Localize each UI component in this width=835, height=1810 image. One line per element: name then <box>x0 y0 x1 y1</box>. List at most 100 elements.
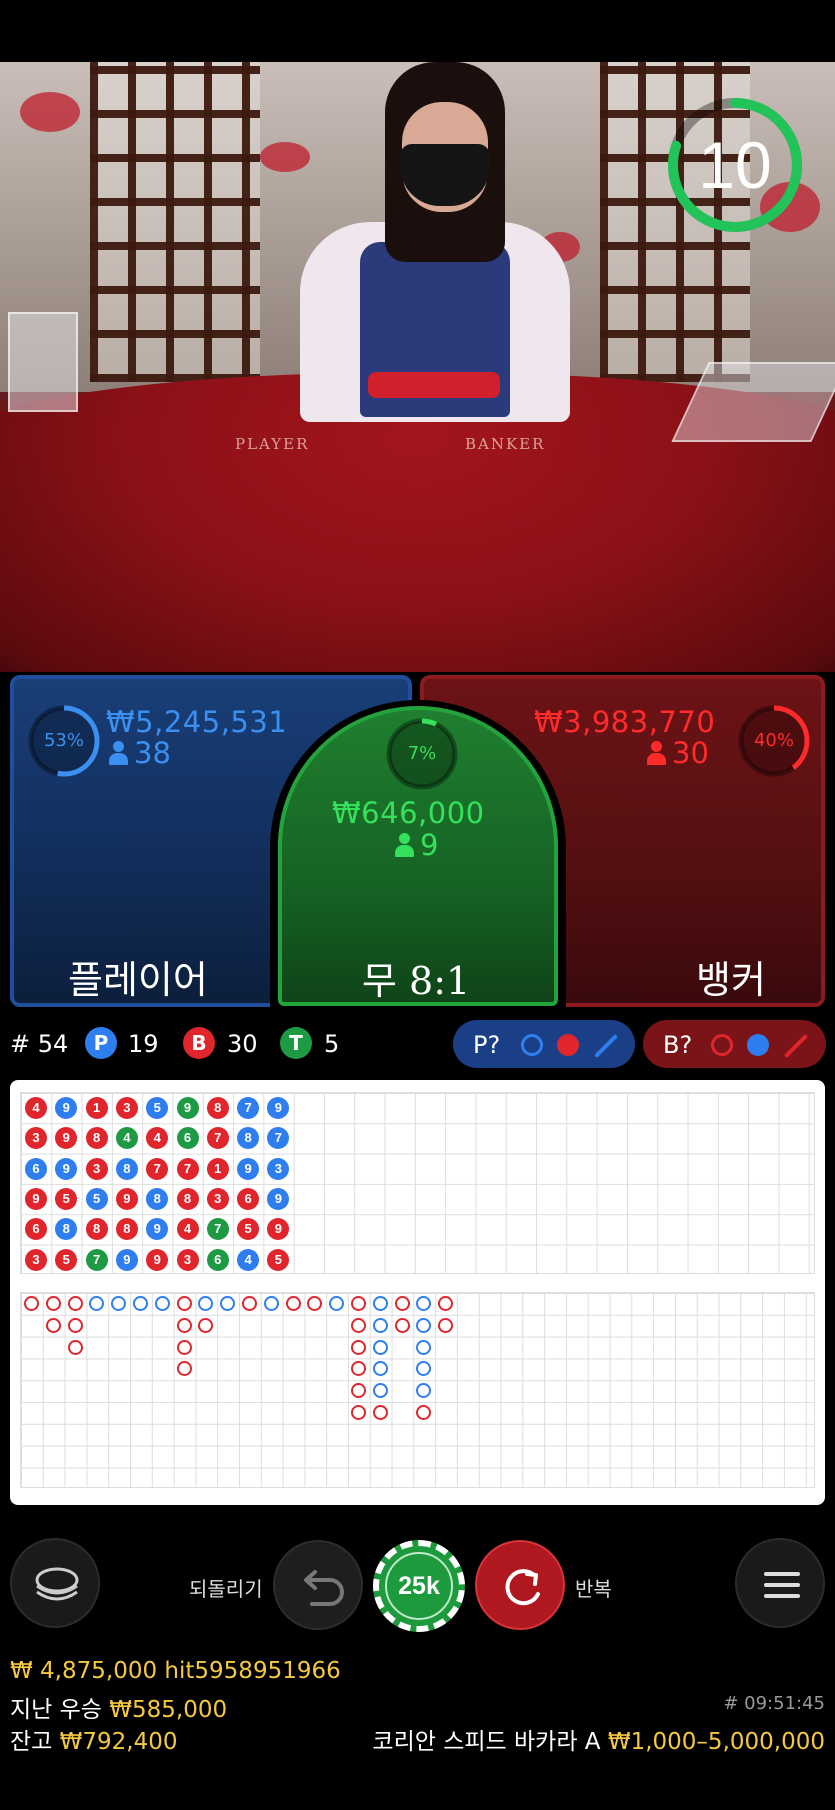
bead-result: 9 <box>237 1157 260 1180</box>
repeat-label: 반복 <box>575 1577 612 1601</box>
big-road-marker <box>351 1383 366 1399</box>
banker-total-bet: ₩3,983,770 <box>534 705 716 739</box>
big-road-marker <box>285 1296 301 1311</box>
stats-bar: # 54 P 19 B 30 T 5 P? B? <box>0 1018 835 1070</box>
big-road-marker <box>416 1361 432 1377</box>
tie-badge-icon: T <box>280 1027 312 1059</box>
bead-result: 7 <box>176 1157 199 1180</box>
balance: 잔고 ₩792,400 <box>10 1722 178 1756</box>
big-road-marker <box>89 1296 105 1311</box>
bead-result: 9 <box>146 1218 169 1241</box>
big-road-marker <box>198 1296 214 1311</box>
betting-area: 53% ₩5,245,531 38 플레이어 40% ₩3,983,770 30… <box>0 672 835 1012</box>
big-road-marker <box>416 1405 432 1420</box>
bead-result: 5 <box>55 1187 78 1210</box>
bead-result: 9 <box>267 1218 290 1241</box>
chip-stack-icon <box>35 1567 79 1601</box>
tie-total-bet: ₩646,000 <box>332 796 485 830</box>
big-road-marker <box>67 1296 83 1311</box>
bead-result: 3 <box>115 1097 138 1119</box>
player-total-bet: ₩5,245,531 <box>106 705 288 739</box>
player-percent-ring: 53% <box>26 703 102 779</box>
bead-result: 8 <box>206 1097 229 1119</box>
big-road-marker <box>198 1317 214 1333</box>
hamburger-menu-icon <box>764 1572 800 1598</box>
person-icon <box>108 741 128 765</box>
blue-dot-icon <box>747 1034 769 1056</box>
bead-result: 8 <box>115 1218 138 1241</box>
bead-result: 5 <box>267 1248 290 1271</box>
chip-stack-button[interactable] <box>10 1538 100 1628</box>
bead-result: 9 <box>115 1187 138 1210</box>
big-road-marker <box>372 1296 388 1311</box>
undo-label: 되돌리기 <box>189 1577 263 1601</box>
big-road-marker <box>67 1317 83 1333</box>
bead-result: 8 <box>55 1218 78 1241</box>
big-road-marker <box>176 1339 192 1355</box>
bead-result: 6 <box>25 1218 47 1241</box>
big-road-marker <box>351 1361 366 1377</box>
bet-limits: ₩1,000–5,000,000 <box>607 1729 825 1755</box>
bead-result: 9 <box>25 1187 47 1210</box>
repeat-icon <box>505 1569 540 1606</box>
big-road-marker <box>416 1383 432 1399</box>
red-dot-icon <box>557 1034 579 1056</box>
tie-win-count: 5 <box>324 1030 340 1058</box>
top-win-ticker: ₩ 4,875,000 hit5958951966 <box>10 1658 341 1684</box>
big-road-marker <box>416 1317 432 1333</box>
timer-seconds: 10 <box>698 128 772 202</box>
big-road-marker <box>67 1339 83 1355</box>
person-icon <box>394 833 414 857</box>
undo-button[interactable] <box>273 1540 363 1630</box>
blue-ring-icon <box>521 1034 543 1056</box>
player-predict-label: P? <box>473 1031 501 1059</box>
big-road-marker <box>416 1296 432 1311</box>
big-road-marker <box>351 1317 366 1333</box>
menu-button[interactable] <box>735 1538 825 1628</box>
big-road-marker <box>416 1339 432 1355</box>
big-road-marker <box>45 1296 61 1311</box>
bead-result: 6 <box>237 1187 260 1210</box>
big-road-marker <box>176 1296 192 1311</box>
bead-result: 8 <box>115 1157 138 1180</box>
bead-result: 6 <box>25 1157 47 1180</box>
big-road-marker <box>351 1405 366 1420</box>
big-road-marker <box>176 1361 192 1377</box>
banker-predict-button[interactable]: B? <box>643 1020 826 1068</box>
table-info[interactable]: 코리안 스피드 바카라 A ₩1,000–5,000,000 <box>372 1722 825 1756</box>
player-win-count: 19 <box>128 1030 159 1058</box>
big-road-marker <box>154 1296 170 1311</box>
bead-result: 7 <box>206 1218 229 1241</box>
bead-result: 3 <box>267 1157 290 1180</box>
bead-result: 8 <box>176 1187 199 1210</box>
player-predict-button[interactable]: P? <box>453 1020 635 1068</box>
bet-controls: 되돌리기 25k 반복 <box>0 1530 835 1640</box>
chip-selector[interactable]: 25k <box>373 1540 465 1632</box>
big-road-marker <box>372 1383 388 1399</box>
bead-result: 8 <box>146 1187 169 1210</box>
bead-result: 3 <box>85 1157 108 1180</box>
repeat-button[interactable] <box>475 1540 565 1630</box>
bead-result: 6 <box>206 1248 229 1271</box>
big-road-marker <box>24 1296 39 1311</box>
red-slash-icon <box>783 1033 809 1059</box>
big-road-marker <box>111 1296 127 1311</box>
tie-label: 무 8:1 <box>362 959 471 1003</box>
big-road-marker <box>307 1296 323 1311</box>
last-win-amount: ₩585,000 <box>109 1697 228 1723</box>
banker-percent: 40% <box>753 730 794 751</box>
round-number: # 54 <box>10 1030 69 1058</box>
big-road-marker <box>329 1296 345 1311</box>
last-win-label: 지난 우승 <box>10 1697 102 1723</box>
scoreboard-roadmap[interactable]: 4369639995851835873489895478999678438713… <box>10 1080 825 1505</box>
big-road-marker <box>351 1339 366 1355</box>
bead-result: 9 <box>55 1127 78 1150</box>
tie-bettor-count: 9 <box>394 828 438 862</box>
big-road-marker <box>372 1361 388 1377</box>
bead-result: 7 <box>206 1127 229 1150</box>
tie-bet-spot[interactable]: 7% ₩646,000 9 무 8:1 <box>270 700 566 1012</box>
countdown-timer: 10 <box>665 95 805 235</box>
bead-result: 8 <box>85 1218 108 1241</box>
bead-result: 7 <box>85 1248 108 1271</box>
big-road-marker <box>372 1339 388 1355</box>
